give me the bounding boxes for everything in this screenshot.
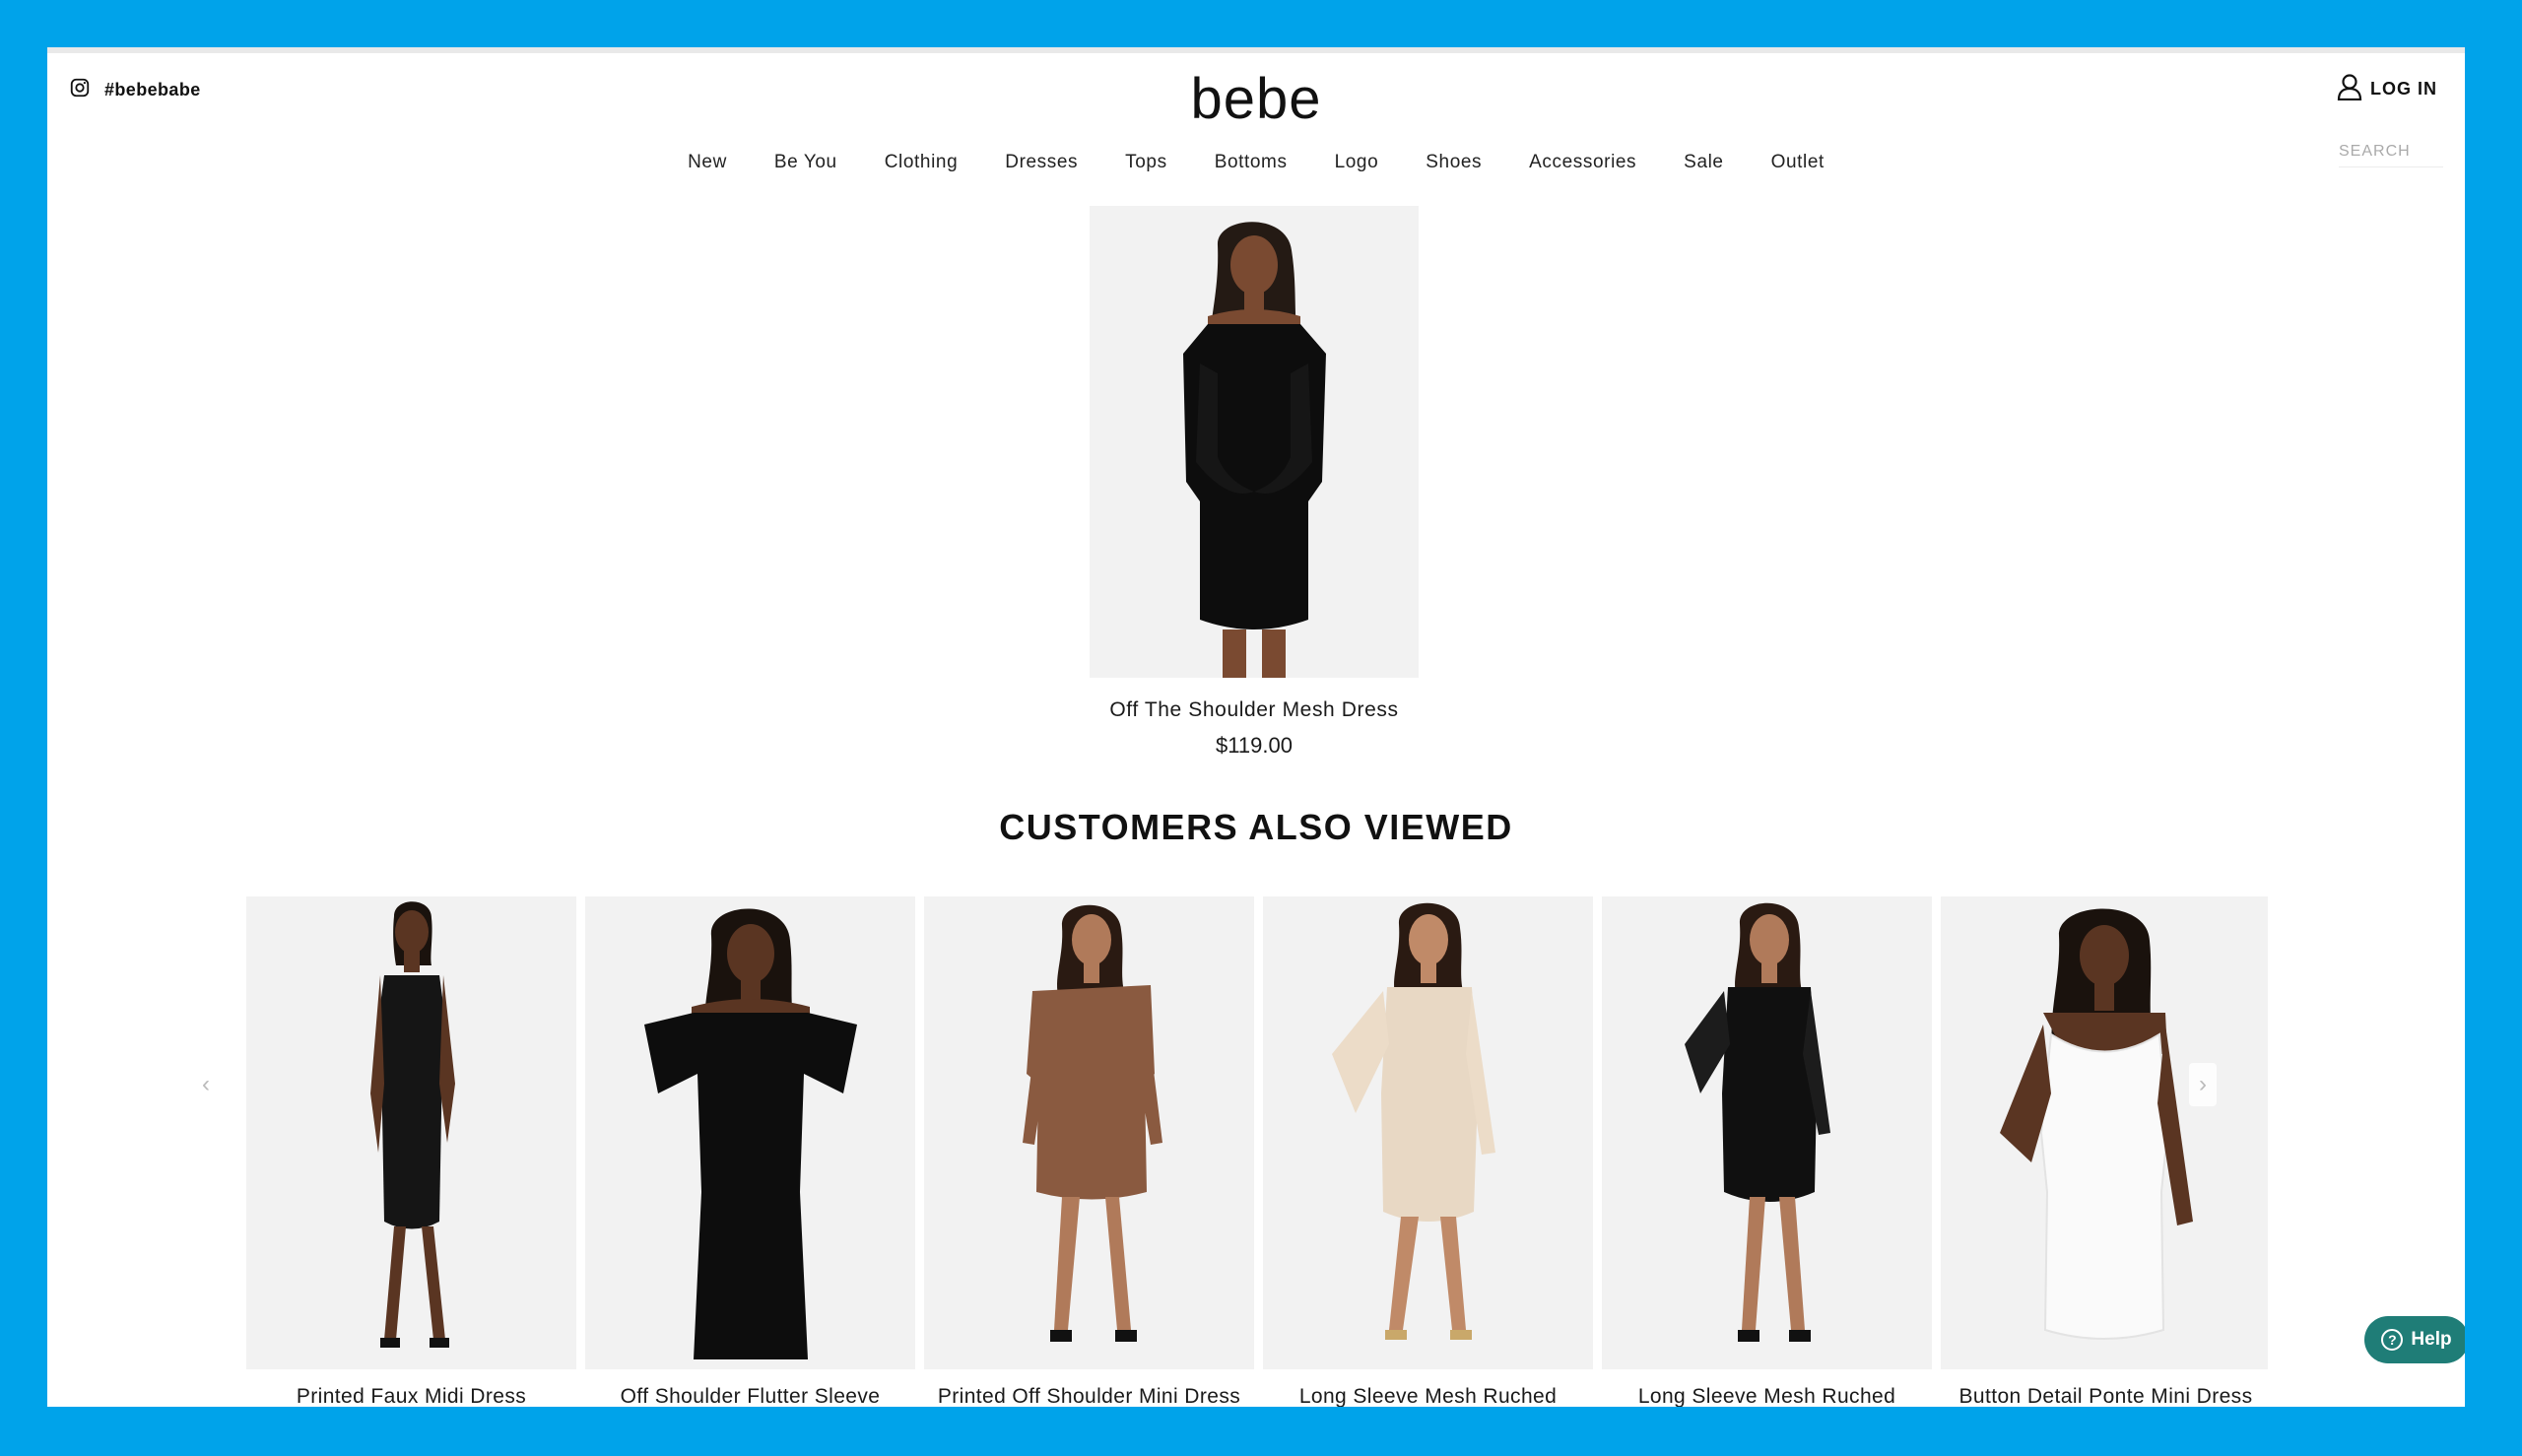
nav-item-outlet[interactable]: Outlet bbox=[1771, 148, 1825, 177]
instagram-handle: #bebebabe bbox=[104, 79, 201, 99]
customers-also-viewed-title: CUSTOMERS ALSO VIEWED bbox=[999, 807, 1513, 847]
nav-item-be-you[interactable]: Be You bbox=[774, 148, 837, 177]
nav-item-dresses[interactable]: Dresses bbox=[1005, 148, 1078, 177]
help-button[interactable]: ? Help bbox=[2364, 1316, 2465, 1363]
instagram-link[interactable]: #bebebabe bbox=[69, 75, 201, 104]
product-image[interactable] bbox=[1941, 896, 2268, 1369]
nav-item-new[interactable]: New bbox=[688, 148, 727, 177]
login-label: LOG IN bbox=[2370, 78, 2437, 99]
featured-product-price: $119.00 bbox=[1216, 733, 1293, 758]
product-carousel: Printed Faux Midi Dress Off Shoulder Flu… bbox=[246, 896, 2268, 1407]
product-card[interactable]: Button Detail Ponte Mini Dress bbox=[1941, 896, 2268, 1407]
product-name[interactable]: Printed Faux Midi Dress bbox=[246, 1385, 576, 1407]
product-image[interactable] bbox=[1602, 896, 1932, 1369]
product-name[interactable]: Long Sleeve Mesh Ruched bbox=[1263, 1385, 1593, 1407]
carousel-next-button[interactable]: › bbox=[2189, 1063, 2217, 1106]
product-name[interactable]: Button Detail Ponte Mini Dress bbox=[1941, 1385, 2268, 1407]
product-image[interactable] bbox=[1263, 896, 1593, 1369]
product-card[interactable]: Long Sleeve Mesh Ruched bbox=[1602, 896, 1932, 1407]
carousel-prev-button[interactable]: ‹ bbox=[192, 1063, 220, 1106]
featured-product-name[interactable]: Off The Shoulder Mesh Dress bbox=[991, 698, 1517, 722]
product-name[interactable]: Long Sleeve Mesh Ruched bbox=[1602, 1385, 1932, 1407]
nav-item-tops[interactable]: Tops bbox=[1125, 148, 1167, 177]
product-name[interactable]: Off Shoulder Flutter Sleeve bbox=[585, 1385, 915, 1407]
login-link[interactable]: LOG IN bbox=[2337, 73, 2437, 104]
nav-item-shoes[interactable]: Shoes bbox=[1426, 148, 1482, 177]
product-card[interactable]: Long Sleeve Mesh Ruched bbox=[1263, 896, 1593, 1407]
instagram-icon bbox=[69, 77, 91, 103]
product-name[interactable]: Printed Off Shoulder Mini Dress bbox=[924, 1385, 1254, 1407]
user-icon bbox=[2337, 73, 2362, 105]
nav-item-logo[interactable]: Logo bbox=[1335, 148, 1379, 177]
chevron-left-icon: ‹ bbox=[202, 1071, 210, 1097]
featured-product-image[interactable] bbox=[1090, 206, 1419, 678]
page: #bebebabe bebe LOG IN New Be You Clothin… bbox=[47, 47, 2465, 1407]
product-card[interactable]: Off Shoulder Flutter Sleeve bbox=[585, 896, 915, 1407]
product-image[interactable] bbox=[585, 896, 915, 1369]
nav-item-bottoms[interactable]: Bottoms bbox=[1215, 148, 1288, 177]
chevron-right-icon: › bbox=[2199, 1071, 2207, 1097]
brand-wordmark: bebe bbox=[1190, 71, 1321, 130]
brand-logo[interactable]: bebe bbox=[1158, 67, 1355, 131]
product-card[interactable]: Printed Faux Midi Dress bbox=[246, 896, 576, 1407]
question-circle-icon: ? bbox=[2381, 1329, 2404, 1351]
product-image[interactable] bbox=[924, 896, 1254, 1369]
main-nav: New Be You Clothing Dresses Tops Bottoms… bbox=[47, 148, 2465, 177]
help-label: Help bbox=[2411, 1329, 2452, 1350]
nav-item-accessories[interactable]: Accessories bbox=[1529, 148, 1636, 177]
nav-item-sale[interactable]: Sale bbox=[1684, 148, 1723, 177]
product-card[interactable]: Printed Off Shoulder Mini Dress bbox=[924, 896, 1254, 1407]
product-image[interactable] bbox=[246, 896, 576, 1369]
nav-item-clothing[interactable]: Clothing bbox=[885, 148, 959, 177]
